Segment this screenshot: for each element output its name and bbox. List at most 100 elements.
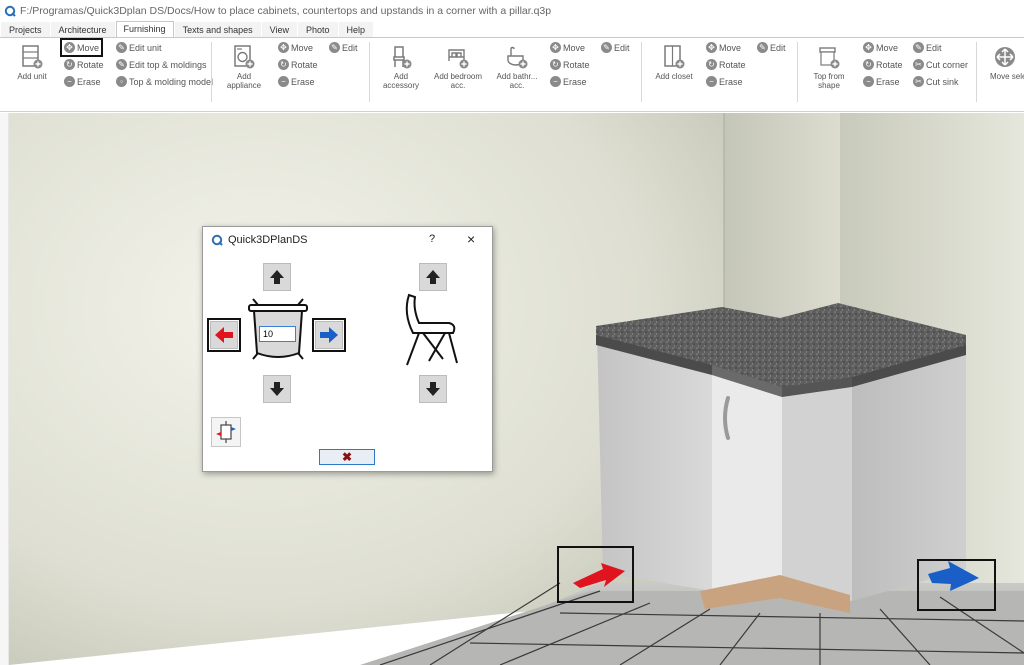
accessory-down-button[interactable] [419, 375, 447, 403]
add-appliance-button[interactable]: Add appliance [221, 40, 267, 90]
tab-furnishing[interactable]: Furnishing [115, 21, 174, 37]
edit-icon: ✎ [913, 42, 924, 53]
app-logo-icon [4, 5, 16, 17]
chair-symbol-icon [405, 293, 458, 366]
bed-add-icon [448, 49, 469, 69]
move-icon: ✥ [706, 42, 717, 53]
top-rotate-button[interactable]: ↻ Rotate [863, 57, 903, 72]
move-selection-button[interactable]: Move selection [988, 40, 1024, 81]
cut-corner-button[interactable]: ✂ Cut corner [913, 57, 968, 72]
app-window: F:/Programas/Quick3Dplan DS/Docs/How to … [0, 0, 1024, 665]
top-from-shape-button[interactable]: Top from shape [806, 40, 852, 90]
window-title: F:/Programas/Quick3Dplan DS/Docs/How to … [20, 5, 552, 17]
accessory-up-button[interactable] [419, 263, 447, 291]
edit-icon: ✎ [601, 42, 612, 53]
unit-right-button[interactable] [312, 318, 346, 352]
unit-rotate-button[interactable]: ↻ Rotate [64, 57, 104, 72]
edit-icon: ✎ [757, 42, 768, 53]
move-icon: ✥ [863, 42, 874, 53]
distance-input[interactable] [259, 326, 296, 342]
appliance-erase-button[interactable]: − Erase [278, 74, 315, 89]
appliance-edit-button[interactable]: ✎ Edit [329, 40, 358, 55]
closet-edit-button[interactable]: ✎ Edit [757, 40, 786, 55]
edit-top-moldings-button[interactable]: ✎ Edit top & moldings [116, 57, 207, 72]
bath-add-icon [507, 46, 528, 69]
move-icon: ✥ [278, 42, 289, 53]
swap-side-icon [216, 421, 236, 443]
rotate-icon: ↻ [64, 59, 75, 70]
dialog-help-button[interactable]: ? [429, 233, 435, 245]
add-unit-button[interactable]: Add unit [9, 40, 55, 81]
chair-add-icon [393, 46, 412, 69]
closet-rotate-button[interactable]: ↻ Rotate [706, 57, 746, 72]
accessory-erase-button[interactable]: − Erase [550, 74, 587, 89]
swap-side-button[interactable] [211, 417, 241, 447]
top-from-shape-label: Top from shape [813, 72, 845, 90]
add-bedroom-accessory-button[interactable]: Add bedroom acc. [432, 40, 484, 90]
ribbon-separator [369, 42, 370, 102]
ribbon-furnishing: Add unit ✥ Move ↻ Rotate − Erase ✎ Edit unit… [0, 38, 1024, 112]
app-logo-icon [211, 234, 223, 246]
erase-icon: − [863, 76, 874, 87]
scissors-icon: ✂ [913, 76, 924, 87]
add-unit-label: Add unit [17, 72, 47, 81]
closet-move-button[interactable]: ✥ Move [706, 40, 741, 55]
arrow-right-blue-icon [320, 327, 338, 343]
add-bedroom-accessory-label: Add bedroom acc. [433, 72, 483, 90]
add-closet-label: Add closet [655, 72, 693, 81]
top-move-button[interactable]: ✥ Move [863, 40, 898, 55]
tab-texts-and-shapes[interactable]: Texts and shapes [174, 22, 261, 37]
arrow-down-icon [426, 382, 440, 396]
arrow-up-icon [270, 270, 284, 284]
cut-sink-button[interactable]: ✂ Cut sink [913, 74, 959, 89]
top-erase-button[interactable]: − Erase [863, 74, 900, 89]
add-bathroom-accessory-button[interactable]: Add bathr... acc. [492, 40, 542, 90]
move-selection-icon [995, 47, 1015, 67]
unit-erase-button[interactable]: − Erase [64, 74, 101, 89]
edit-icon: ✎ [116, 42, 127, 53]
closet-erase-button[interactable]: − Erase [706, 74, 743, 89]
rotate-icon: ↻ [550, 59, 561, 70]
accessory-rotate-button[interactable]: ↻ Rotate [550, 57, 590, 72]
ribbon-separator [976, 42, 977, 102]
add-closet-button[interactable]: Add closet [651, 40, 697, 81]
blue-arrow-highlight [917, 559, 996, 611]
tab-help[interactable]: Help [338, 22, 374, 37]
model-icon: ◦ [116, 76, 127, 87]
erase-icon: − [278, 76, 289, 87]
arrow-left-red-icon [215, 327, 233, 343]
accessory-edit-button[interactable]: ✎ Edit [601, 40, 630, 55]
dialog-close-button[interactable]: × [467, 231, 475, 247]
tab-photo[interactable]: Photo [297, 22, 338, 37]
washing-machine-add-icon [234, 45, 255, 69]
unit-up-button[interactable] [263, 263, 291, 291]
top-edit-button[interactable]: ✎ Edit [913, 40, 942, 55]
dialog-title-bar: Quick3DPlanDS [203, 227, 492, 253]
appliance-move-button[interactable]: ✥ Move [278, 40, 313, 55]
ribbon-separator [797, 42, 798, 102]
tab-view[interactable]: View [261, 22, 297, 37]
add-accessory-label: Add accessory [382, 72, 419, 90]
cancel-button[interactable]: ✖ [319, 449, 375, 465]
tab-projects[interactable]: Projects [1, 22, 50, 37]
ribbon-separator [641, 42, 642, 102]
edit-icon: ✎ [329, 42, 340, 53]
appliance-rotate-button[interactable]: ↻ Rotate [278, 57, 318, 72]
accessory-move-button[interactable]: ✥ Move [550, 40, 585, 55]
unit-move-button[interactable]: ✥ Move [59, 38, 104, 57]
placement-dialog: Quick3DPlanDS ? × 10 ✖ [202, 226, 493, 472]
move-selection-label: Move selection [990, 72, 1024, 81]
add-appliance-label: Add appliance [226, 72, 262, 90]
ribbon-separator [211, 42, 212, 102]
scene-render [0, 113, 1024, 665]
unit-down-button[interactable] [263, 375, 291, 403]
unit-left-button[interactable] [207, 318, 241, 352]
top-molding-model-button[interactable]: ◦ Top & molding model [116, 74, 213, 89]
erase-icon: − [64, 76, 75, 87]
3d-viewport[interactable] [0, 113, 1024, 665]
edit-unit-button[interactable]: ✎ Edit unit [116, 40, 162, 55]
tab-architecture[interactable]: Architecture [50, 22, 115, 37]
erase-icon: − [706, 76, 717, 87]
arrow-up-icon [426, 270, 440, 284]
add-accessory-button[interactable]: Add accessory [378, 40, 424, 90]
